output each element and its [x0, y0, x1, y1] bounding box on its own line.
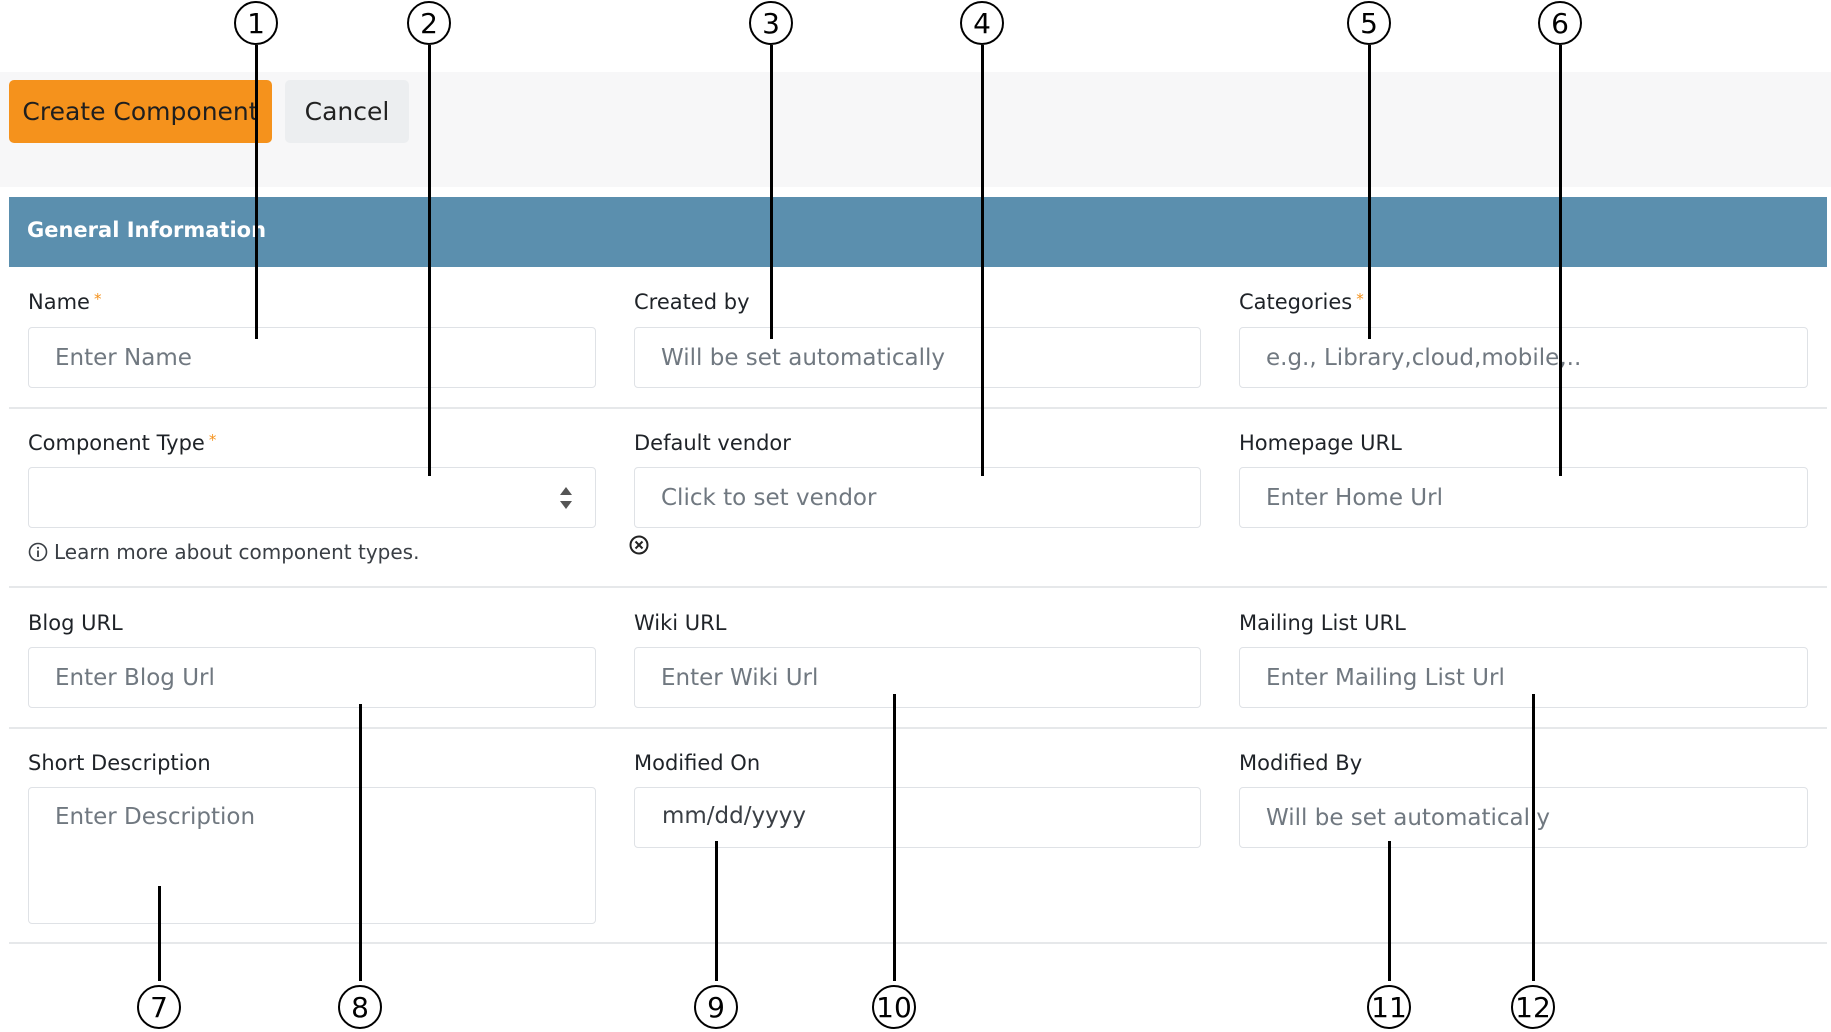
toolbar: [0, 72, 1831, 187]
modified-on-date-value: mm/dd/yyyy: [662, 803, 806, 829]
callout-2: 2: [407, 1, 451, 45]
default-vendor-input[interactable]: [634, 467, 1201, 528]
default-vendor-label: Default vendor: [634, 431, 791, 455]
component-type-label: Component Type *: [28, 431, 216, 455]
modified-by-label: Modified By: [1239, 751, 1363, 775]
callout-line: [770, 45, 773, 339]
callout-line: [1532, 694, 1535, 981]
row-divider: [9, 942, 1827, 944]
callout-line: [158, 886, 161, 981]
categories-label-text: Categories: [1239, 290, 1353, 314]
row-divider: [9, 407, 1827, 409]
callout-line: [428, 45, 431, 476]
callout-6: 6: [1538, 1, 1582, 45]
section-header: General Information: [9, 197, 1827, 267]
row-divider: [9, 727, 1827, 729]
callout-line: [981, 45, 984, 476]
callout-1: 1: [234, 1, 278, 45]
callout-8: 8: [338, 985, 382, 1029]
categories-label: Categories *: [1239, 290, 1364, 314]
short-description-textarea[interactable]: [28, 787, 596, 924]
required-mark: *: [93, 290, 102, 308]
callout-line: [255, 45, 258, 339]
homepage-url-input[interactable]: [1239, 467, 1808, 528]
blog-url-label: Blog URL: [28, 611, 123, 635]
callout-line: [1559, 45, 1562, 476]
blog-url-input[interactable]: [28, 647, 596, 708]
required-mark: *: [1356, 290, 1364, 308]
short-description-label: Short Description: [28, 751, 211, 775]
clear-circle-icon[interactable]: [629, 535, 649, 555]
modified-on-label: Modified On: [634, 751, 761, 775]
modified-on-date-input[interactable]: mm/dd/yyyy: [634, 787, 1201, 848]
callout-11: 11: [1367, 985, 1411, 1029]
callout-3: 3: [749, 1, 793, 45]
callout-line: [715, 841, 718, 981]
categories-input[interactable]: [1239, 327, 1808, 388]
component-types-help-text: Learn more about component types.: [54, 540, 420, 564]
wiki-url-input[interactable]: [634, 647, 1201, 708]
callout-5: 5: [1347, 1, 1391, 45]
callout-line: [1368, 45, 1371, 339]
homepage-url-label: Homepage URL: [1239, 431, 1402, 455]
callout-9: 9: [694, 985, 738, 1029]
callout-7: 7: [137, 985, 181, 1029]
mailing-list-url-input[interactable]: [1239, 647, 1808, 708]
component-type-label-text: Component Type: [28, 431, 205, 455]
callout-12: 12: [1511, 985, 1555, 1029]
section-title: General Information: [27, 218, 267, 242]
created-by-label: Created by: [634, 290, 750, 314]
sort-arrows-icon: [560, 487, 572, 509]
callout-line: [893, 694, 896, 981]
info-circle-icon: [28, 542, 48, 562]
callout-4: 4: [960, 1, 1004, 45]
mailing-list-url-label: Mailing List URL: [1239, 611, 1406, 635]
create-component-button[interactable]: Create Component: [9, 80, 272, 143]
created-by-input[interactable]: [634, 327, 1201, 388]
callout-line: [359, 704, 362, 981]
callout-10: 10: [872, 985, 916, 1029]
cancel-button[interactable]: Cancel: [285, 80, 409, 143]
row-divider: [9, 586, 1827, 588]
name-label-text: Name: [28, 290, 90, 314]
wiki-url-label: Wiki URL: [634, 611, 727, 635]
component-types-help-link[interactable]: Learn more about component types.: [28, 540, 419, 564]
modified-by-input[interactable]: [1239, 787, 1808, 848]
required-mark: *: [208, 431, 217, 449]
name-label: Name *: [28, 290, 101, 314]
component-type-select[interactable]: [28, 467, 596, 528]
name-input[interactable]: [28, 327, 596, 388]
callout-line: [1388, 841, 1391, 981]
